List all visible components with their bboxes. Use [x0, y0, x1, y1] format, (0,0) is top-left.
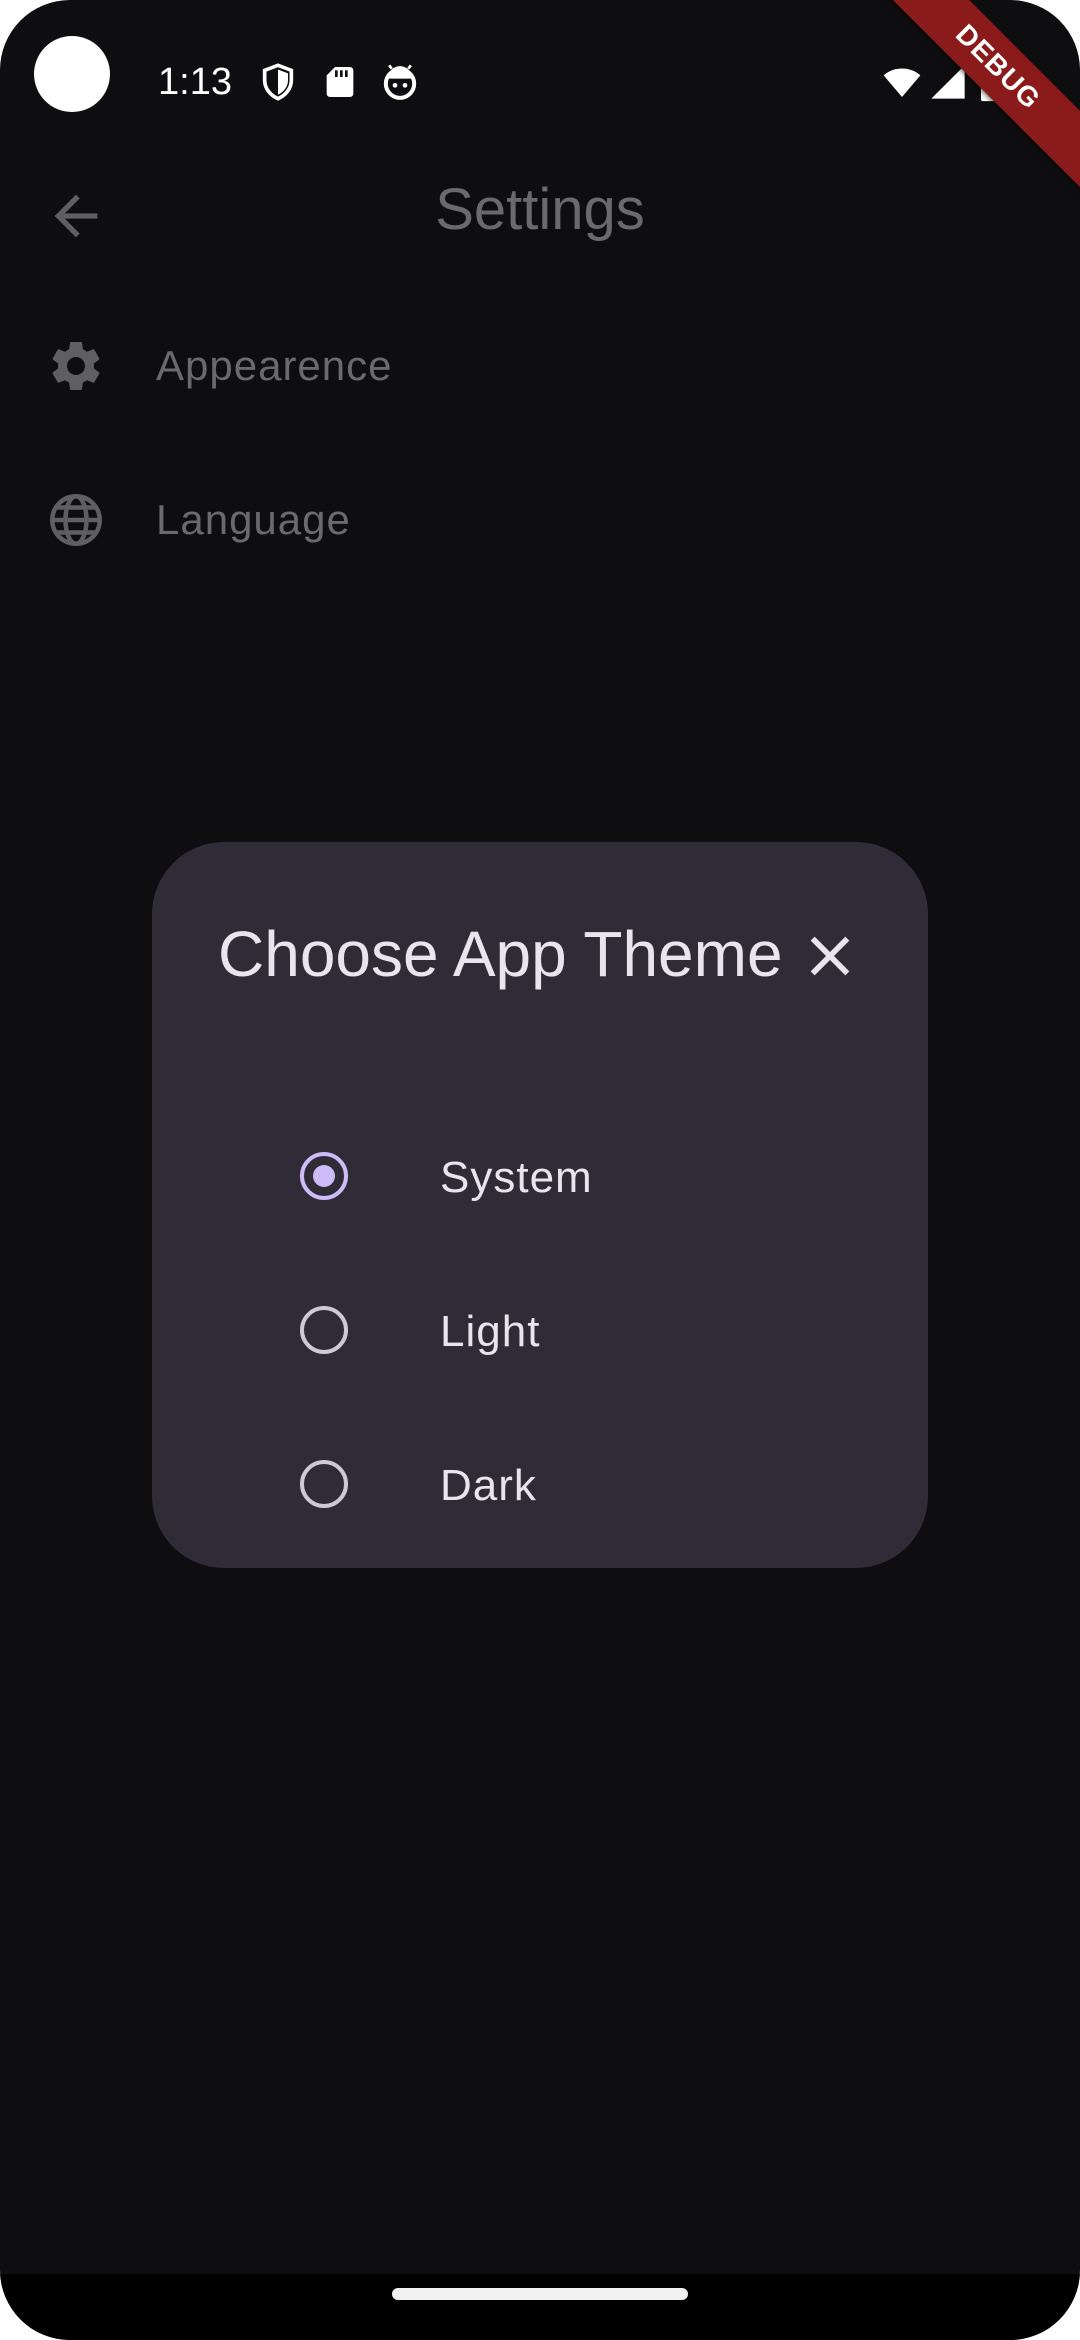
- wifi-icon: [880, 62, 924, 102]
- phone-screen: 1:13 DEBUG Settings Appearence Language …: [0, 0, 1080, 2340]
- dialog-title: Choose App Theme: [218, 918, 783, 990]
- radio-label: System: [440, 1153, 593, 1202]
- radio-button[interactable]: [300, 1306, 348, 1354]
- radio-option-system[interactable]: System: [152, 1116, 928, 1236]
- settings-item-language[interactable]: Language: [0, 444, 1080, 594]
- android-face-icon: [380, 62, 420, 102]
- settings-item-appearance[interactable]: Appearence: [0, 290, 1080, 440]
- close-button[interactable]: [804, 930, 856, 982]
- sd-card-icon: [320, 62, 360, 102]
- navigation-bar: [0, 2274, 1080, 2340]
- app-bar: Settings: [0, 160, 1080, 264]
- camera-cutout: [34, 36, 110, 112]
- home-indicator[interactable]: [392, 2288, 688, 2300]
- radio-label: Dark: [440, 1461, 537, 1510]
- theme-dialog: Choose App Theme System Light Dark: [152, 842, 928, 1568]
- gear-icon: [46, 336, 106, 396]
- radio-option-light[interactable]: Light: [152, 1270, 928, 1390]
- page-title: Settings: [435, 177, 645, 242]
- radio-button[interactable]: [300, 1460, 348, 1508]
- radio-button-selected[interactable]: [300, 1152, 348, 1200]
- radio-label: Light: [440, 1307, 541, 1356]
- radio-option-dark[interactable]: Dark: [152, 1424, 928, 1544]
- status-bar: 1:13 DEBUG: [0, 0, 1080, 193]
- settings-item-label: Appearence: [156, 342, 393, 389]
- globe-icon: [46, 490, 106, 550]
- close-icon: [804, 930, 856, 982]
- shield-icon: [258, 62, 298, 102]
- radio-dot: [313, 1165, 335, 1187]
- status-time: 1:13: [158, 61, 232, 103]
- settings-item-label: Language: [156, 496, 351, 543]
